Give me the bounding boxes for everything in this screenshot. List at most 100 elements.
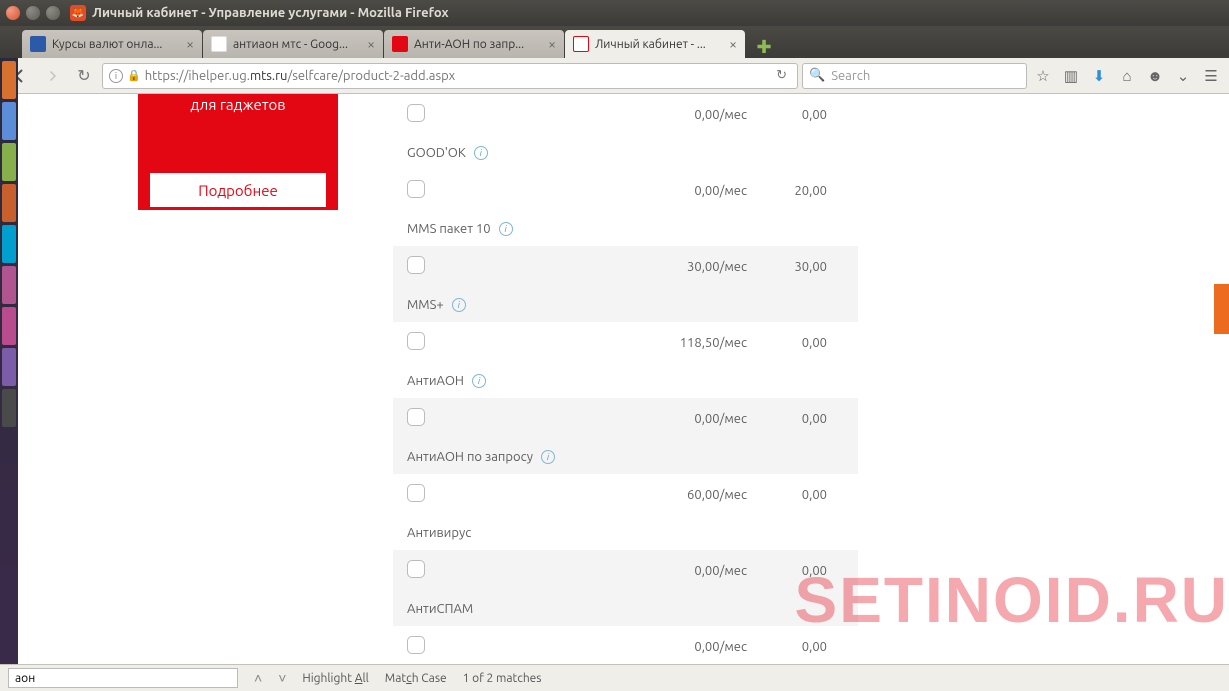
launcher-item[interactable] [2,389,16,427]
launcher-item[interactable] [2,184,16,222]
service-checkbox[interactable] [407,256,425,274]
search-bar[interactable]: 🔍 Search [802,63,1027,89]
downloads-icon[interactable]: ⬇ [1087,64,1111,88]
service-checkbox[interactable] [407,332,425,350]
service-row: АнтиСПАМ 0,00/мес0,00 [393,550,858,626]
launcher-item[interactable] [2,102,16,140]
launcher-item[interactable] [2,225,16,263]
service-price: 0,00/мес [637,180,747,198]
service-checkbox[interactable] [407,180,425,198]
service-checkbox[interactable] [407,560,425,578]
launcher-item[interactable] [2,307,16,345]
find-prev-icon[interactable]: ˄ [254,670,262,686]
service-pay: 30,00 [747,256,827,274]
url-prefix: https://ihelper.ug. [145,69,250,83]
service-checkbox[interactable] [407,408,425,426]
service-pay: 0,00 [747,484,827,502]
face-icon[interactable]: ☻ [1143,64,1167,88]
site-info-icon[interactable]: i [109,69,123,83]
tab-close-icon[interactable]: × [186,36,194,52]
window-close-button[interactable] [6,6,20,20]
find-bar: ˄ ˅ Highlight All Match Case 1 of 2 matc… [0,664,1229,691]
service-price: 0,00/мес [637,636,747,654]
service-row: Антивирус60,00/мес0,00 [393,474,858,550]
window-title: Личный кабинет - Управление услугами - M… [92,6,449,20]
service-pay: 0,00 [747,636,827,654]
reload-button[interactable]: ↻ [70,62,98,90]
match-case-toggle[interactable]: Match Case [385,672,447,685]
tab-strip: Курсы валют онла... × антиаон мтс - Goog… [0,26,1229,58]
info-icon[interactable]: i [474,146,488,160]
pocket-icon[interactable]: ⌄ [1171,64,1195,88]
service-checkbox[interactable] [407,104,425,122]
tab-close-icon[interactable]: × [729,36,737,52]
service-pay: 20,00 [747,180,827,198]
feed-icon[interactable]: ▥ [1059,64,1083,88]
tab-title: Личный кабинет - ... [595,38,723,51]
tab-0[interactable]: Курсы валют онла... × [22,30,202,58]
find-input[interactable] [8,668,238,688]
service-name: АнтиАОН по запросуi [407,450,637,464]
promo-banner: для гаджетов Подробнее [138,94,338,210]
tab-close-icon[interactable]: × [548,36,556,52]
launcher-item[interactable] [2,266,16,304]
window-maximize-button[interactable] [46,6,60,20]
service-name: GOOD'OKi [407,146,637,160]
service-price: 0,00/мес [637,408,747,426]
info-icon[interactable]: i [499,222,513,236]
service-name: MMS+i [407,298,637,312]
launcher-item[interactable] [2,143,16,181]
service-row: MMS пакет 10i 0,00/мес20,00 [393,170,858,246]
nav-toolbar: ↻ i 🔒 https://ihelper.ug.mts.ru/selfcare… [0,58,1229,94]
find-next-icon[interactable]: ˅ [278,670,286,686]
promo-more-button[interactable]: Подробнее [150,173,326,207]
window-minimize-button[interactable] [26,6,40,20]
new-tab-button[interactable]: ✚ [752,36,776,58]
favicon [30,36,46,52]
find-match-count: 1 of 2 matches [463,672,542,685]
home-icon[interactable]: ⌂ [1115,64,1139,88]
service-pay: 0,00 [747,408,827,426]
page-viewport: для гаджетов Подробнее GOOD'OKi0,00/мес0… [18,94,1229,664]
tab-1[interactable]: антиаон мтс - Goog... × [203,30,383,58]
service-checkbox[interactable] [407,484,425,502]
scroll-indicator[interactable] [1214,284,1229,334]
tab-3-active[interactable]: Личный кабинет - ... × [565,30,745,58]
search-placeholder: Search [831,69,870,83]
menu-icon[interactable]: ☰ [1199,64,1223,88]
highlight-all-toggle[interactable]: Highlight All [302,672,368,685]
service-name: MMS пакет 10i [407,222,637,236]
url-path: /selfcare/product-2-add.aspx [287,69,455,83]
service-checkbox[interactable] [407,636,425,654]
service-price: 60,00/мес [637,484,747,502]
service-row: Баланс другого абонентаi0,00/мес0,00 [393,626,858,664]
bookmark-star-icon[interactable]: ☆ [1031,64,1055,88]
service-price: 0,00/мес [637,560,747,578]
service-name: АнтиАОНi [407,374,637,388]
service-price: 118,50/мес [637,332,747,350]
tab-title: Курсы валют онла... [52,38,180,51]
tab-title: Анти-АОН по запр... [414,38,542,51]
service-row: АнтиАОНi 118,50/мес0,00 [393,322,858,398]
reload-inline-icon[interactable]: ↻ [772,68,791,83]
tab-title: антиаон мтс - Goog... [233,38,361,51]
info-icon[interactable]: i [541,450,555,464]
service-price: 30,00/мес [637,256,747,274]
tab-2[interactable]: Анти-АОН по запр... × [384,30,564,58]
info-icon[interactable]: i [472,374,486,388]
promo-text: для гаджетов [138,96,338,113]
service-name: АнтиСПАМ [407,602,637,616]
firefox-icon: 🦊 [70,5,86,21]
service-pay: 0,00 [747,332,827,350]
watermark: SETINOID.RU [795,563,1229,637]
service-pay: 0,00 [747,104,827,122]
url-bar[interactable]: i 🔒 https://ihelper.ug.mts.ru/selfcare/p… [102,63,798,89]
services-list: GOOD'OKi0,00/мес0,00MMS пакет 10i0,00/ме… [393,94,858,664]
tab-close-icon[interactable]: × [367,36,375,52]
unity-launcher [0,58,18,664]
launcher-item[interactable] [2,61,16,99]
forward-button[interactable] [38,62,66,90]
info-icon[interactable]: i [452,298,466,312]
launcher-item[interactable] [2,348,16,386]
service-pay: 0,00 [747,560,827,578]
